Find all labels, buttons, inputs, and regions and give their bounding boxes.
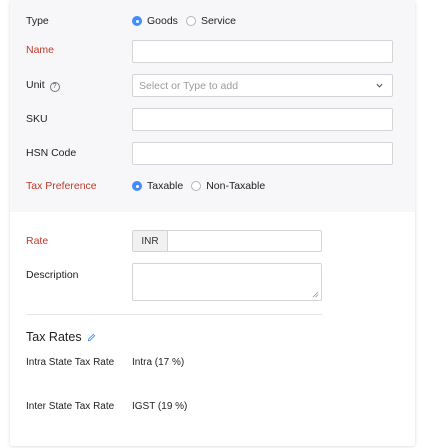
resize-grip-icon[interactable] <box>312 291 319 298</box>
radio-checked-icon <box>132 16 142 26</box>
radio-label: Non-Taxable <box>206 180 266 192</box>
tax-preference-radio-non-taxable[interactable]: Non-Taxable <box>191 180 265 192</box>
radio-label: Service <box>200 15 236 27</box>
chevron-down-icon <box>376 83 383 88</box>
description-label: Description <box>26 269 79 281</box>
intra-state-tax-rate-label: Intra State Tax Rate <box>26 357 115 368</box>
tax-preference-radio-group: Taxable Non-Taxable <box>132 180 273 192</box>
type-radio-goods[interactable]: Goods <box>132 15 178 27</box>
name-input[interactable] <box>132 40 393 63</box>
item-form-card: Type Goods Service Name Unit ? Select or… <box>10 0 415 446</box>
tax-preference-label: Tax Preference <box>26 180 97 192</box>
rate-input-group: INR <box>132 230 322 252</box>
tax-preference-radio-taxable[interactable]: Taxable <box>132 180 183 192</box>
intra-state-tax-rate-value: Intra (17 %) <box>132 357 185 368</box>
inter-state-tax-rate-value: IGST (19 %) <box>132 401 188 412</box>
sku-input[interactable] <box>132 108 393 131</box>
section-divider <box>26 314 322 315</box>
description-textarea[interactable] <box>132 263 322 301</box>
hsn-code-input[interactable] <box>132 142 393 165</box>
radio-unchecked-icon <box>191 181 202 191</box>
unit-label-text: Unit <box>26 79 45 91</box>
sku-label: SKU <box>26 113 48 125</box>
unit-select[interactable]: Select or Type to add <box>132 74 393 97</box>
inter-state-tax-rate-label: Inter State Tax Rate <box>26 401 115 412</box>
tax-rates-heading: Tax Rates <box>26 330 96 344</box>
basic-info-section: Type Goods Service Name Unit ? Select or… <box>10 0 415 212</box>
radio-checked-icon <box>132 181 142 191</box>
pencil-icon[interactable] <box>87 333 96 342</box>
currency-addon: INR <box>133 231 168 251</box>
rate-label: Rate <box>26 235 49 247</box>
type-label: Type <box>26 15 49 27</box>
radio-label: Goods <box>147 15 178 27</box>
tax-rates-title: Tax Rates <box>26 330 82 344</box>
name-label: Name <box>26 44 55 56</box>
unit-placeholder: Select or Type to add <box>139 79 239 92</box>
hsn-code-label: HSN Code <box>26 147 77 159</box>
type-radio-group: Goods Service <box>132 15 244 27</box>
rate-input[interactable] <box>168 231 321 251</box>
type-radio-service[interactable]: Service <box>185 15 236 27</box>
radio-unchecked-icon <box>185 16 196 26</box>
unit-label: Unit ? <box>26 78 60 92</box>
radio-label: Taxable <box>147 180 184 192</box>
question-icon[interactable]: ? <box>49 82 60 92</box>
